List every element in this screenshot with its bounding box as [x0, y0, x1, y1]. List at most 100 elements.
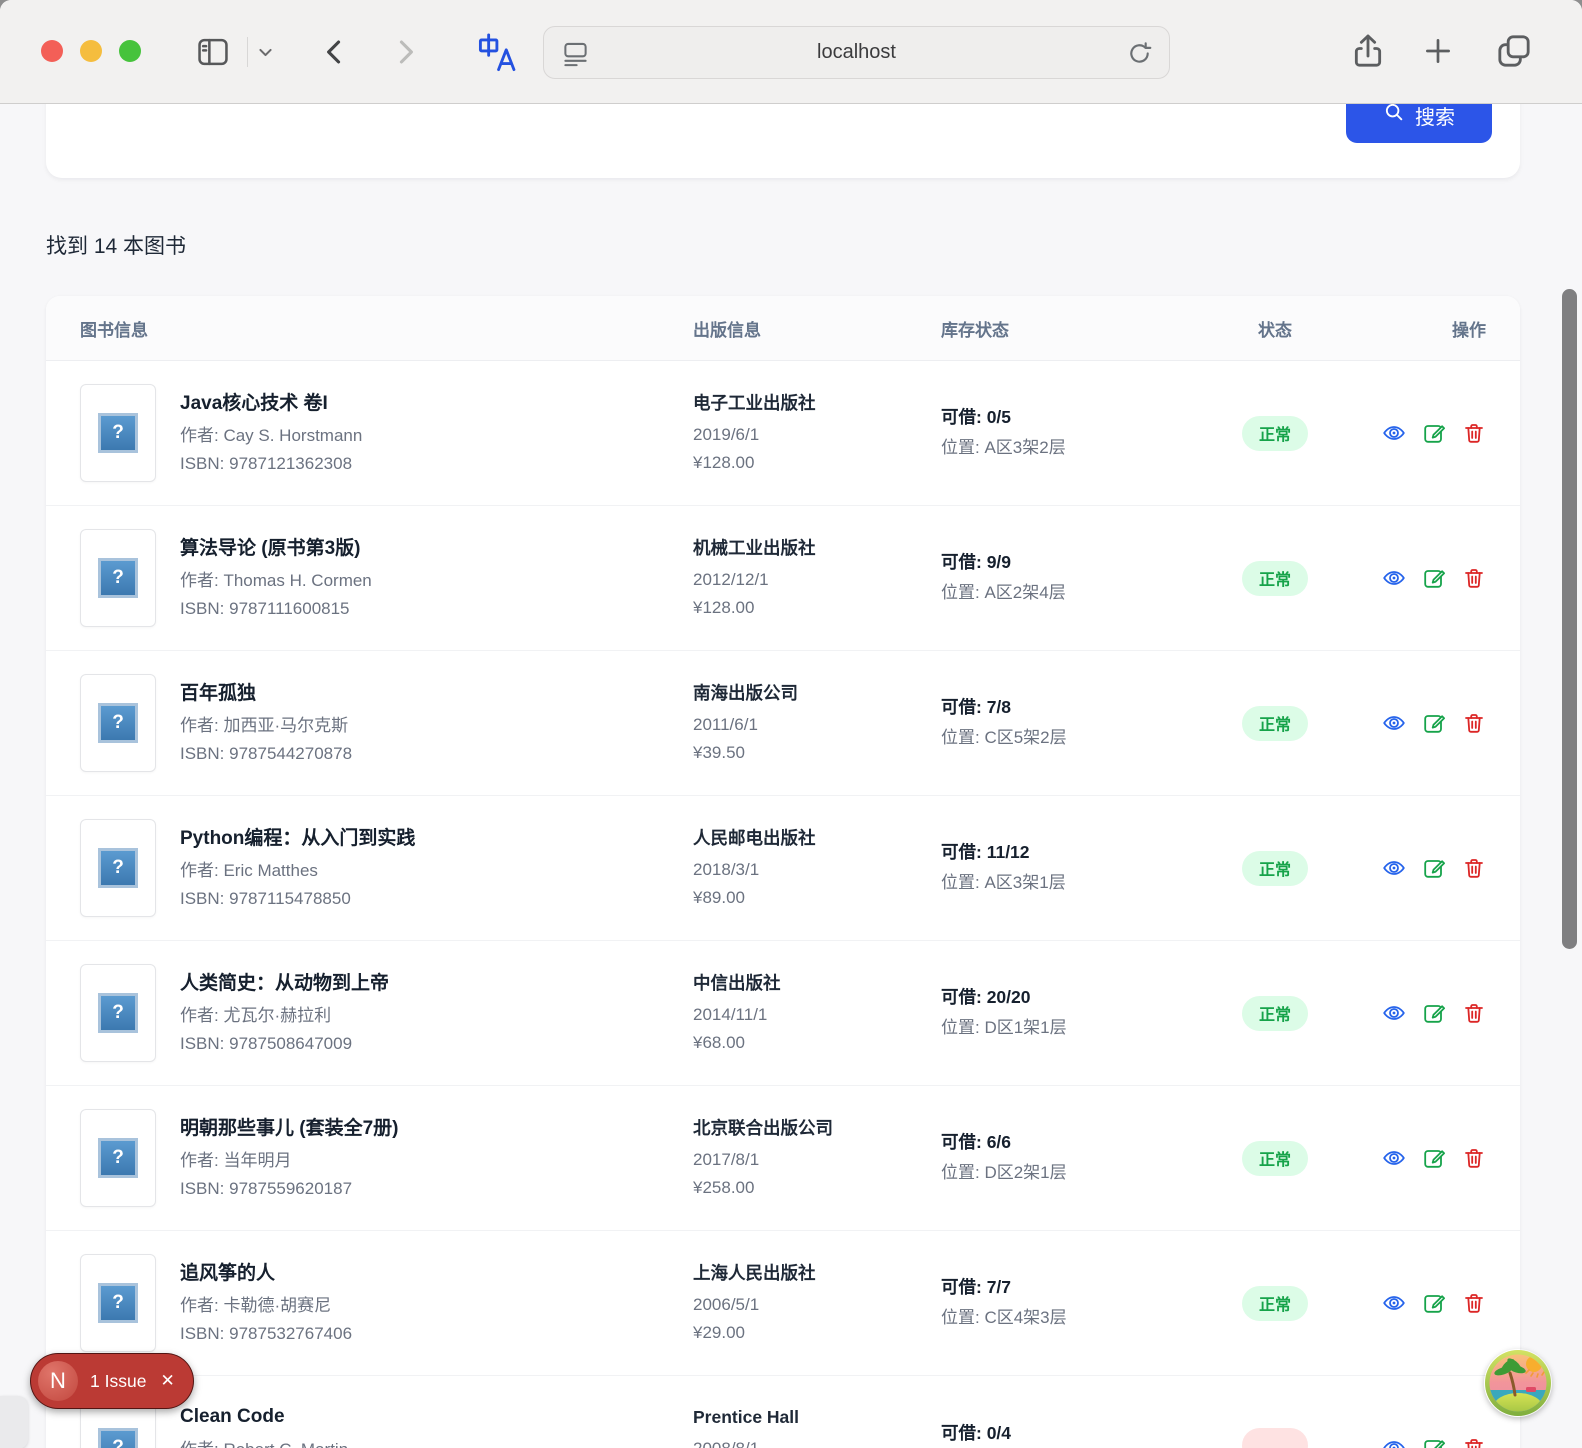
header-book-info: 图书信息	[80, 320, 148, 340]
table-body: ? Java核心技术 卷I 作者: Cay S. Horstmann ISBN:…	[46, 361, 1520, 1448]
edit-button[interactable]	[1422, 711, 1446, 735]
book-isbn: ISBN: 9787559620187	[180, 1179, 353, 1198]
view-button[interactable]	[1382, 1436, 1406, 1448]
edit-button[interactable]	[1422, 421, 1446, 445]
price: ¥258.00	[693, 1177, 755, 1197]
header-actions: 操作	[1452, 320, 1486, 340]
book-text: 明朝那些事儿 (套装全7册) 作者: 当年明月 ISBN: 9787559620…	[180, 1113, 399, 1202]
view-button[interactable]	[1382, 421, 1406, 445]
inventory-cell: 可借: 20/20 位置: D区1架1层	[941, 984, 1203, 1042]
edit-button[interactable]	[1422, 1146, 1446, 1170]
book-title: Java核心技术 卷I	[180, 393, 328, 415]
inventory-cell: 可借: 0/4	[941, 1420, 1203, 1448]
book-title: Python编程：从入门到实践	[180, 828, 416, 850]
new-tab-icon	[1421, 34, 1455, 68]
view-button[interactable]	[1382, 856, 1406, 880]
shelf-location: 位置: A区3架2层	[941, 438, 1066, 458]
publish-date: 2006/5/1	[693, 1294, 760, 1314]
zoom-window-button[interactable]	[119, 40, 141, 62]
status-cell: 正常	[1203, 850, 1347, 886]
book-title: 算法导论 (原书第3版)	[180, 538, 361, 560]
delete-button[interactable]	[1462, 1001, 1486, 1025]
available-count: 可借: 20/20	[941, 987, 1031, 1008]
view-button[interactable]	[1382, 711, 1406, 735]
sidebar-toggle-button[interactable]	[194, 33, 232, 71]
browser-toolbar: localhost	[0, 0, 1582, 104]
share-button[interactable]	[1348, 31, 1388, 71]
island-extension-button[interactable]	[1484, 1349, 1552, 1417]
trash-icon	[1462, 424, 1486, 448]
available-count: 可借: 0/5	[941, 407, 1012, 428]
shelf-location: 位置: A区2架4层	[941, 583, 1066, 603]
new-tab-button[interactable]	[1421, 34, 1455, 68]
header-status: 状态	[1258, 320, 1292, 340]
publisher: Prentice Hall	[693, 1406, 800, 1427]
delete-button[interactable]	[1462, 856, 1486, 880]
view-button[interactable]	[1382, 1146, 1406, 1170]
inventory-cell: 可借: 6/6 位置: D区2架1层	[941, 1129, 1203, 1187]
book-author: 作者: Eric Matthes	[180, 861, 318, 881]
delete-button[interactable]	[1462, 421, 1486, 445]
translate-button[interactable]	[476, 30, 520, 74]
scrollbar-thumb[interactable]	[1562, 289, 1577, 949]
view-button[interactable]	[1382, 1291, 1406, 1315]
eye-icon	[1382, 716, 1406, 738]
dev-tools-strip	[0, 1396, 28, 1448]
edit-button[interactable]	[1422, 566, 1446, 590]
issue-badge[interactable]: N 1 Issue ✕	[30, 1353, 194, 1409]
status-badge: 正常	[1242, 415, 1308, 451]
price: ¥128.00	[693, 452, 755, 472]
edit-button[interactable]	[1422, 856, 1446, 880]
close-window-button[interactable]	[41, 40, 63, 62]
delete-button[interactable]	[1462, 1436, 1486, 1448]
status-badge: 正常	[1242, 560, 1308, 596]
delete-button[interactable]	[1462, 1146, 1486, 1170]
issue-badge-close-button[interactable]: ✕	[158, 1371, 176, 1391]
delete-button[interactable]	[1462, 566, 1486, 590]
book-isbn: ISBN: 9787544270878	[180, 744, 353, 763]
book-title: Clean Code	[180, 1405, 285, 1427]
edit-button[interactable]	[1422, 1001, 1446, 1025]
translate-icon	[476, 30, 520, 74]
tab-overview-button[interactable]	[1494, 31, 1534, 71]
forward-button[interactable]	[388, 35, 422, 69]
available-count: 可借: 0/4	[941, 1422, 1012, 1443]
edit-icon	[1422, 860, 1446, 883]
publisher: 北京联合出版公司	[693, 1117, 833, 1138]
publish-info-cell: 中信出版社 2014/11/1 ¥68.00	[693, 970, 941, 1056]
back-button[interactable]	[318, 35, 352, 69]
book-title: 明朝那些事儿 (套装全7册)	[180, 1118, 399, 1140]
book-text: 追风筝的人 作者: 卡勒德·胡赛尼 ISBN: 9787532767406	[180, 1258, 352, 1347]
reload-button[interactable]	[1126, 40, 1153, 67]
back-icon	[318, 35, 352, 69]
actions-cell	[1347, 421, 1486, 445]
available-count: 可借: 7/8	[941, 697, 1012, 718]
trash-icon	[1462, 1294, 1486, 1318]
search-button[interactable]: 搜索	[1346, 104, 1492, 143]
minimize-window-button[interactable]	[80, 40, 102, 62]
view-button[interactable]	[1382, 1001, 1406, 1025]
publish-info-cell: 电子工业出版社 2019/6/1 ¥128.00	[693, 390, 941, 476]
delete-button[interactable]	[1462, 1291, 1486, 1315]
actions-cell	[1347, 856, 1486, 880]
edit-button[interactable]	[1422, 1436, 1446, 1448]
forward-icon	[388, 35, 422, 69]
sidebar-menu-button[interactable]	[257, 44, 274, 61]
reload-icon	[1126, 40, 1153, 67]
publish-info-cell: 机械工业出版社 2012/12/1 ¥128.00	[693, 535, 941, 621]
book-cover-placeholder: ?	[80, 1254, 156, 1352]
publish-info-cell: 北京联合出版公司 2017/8/1 ¥258.00	[693, 1115, 941, 1201]
book-text: 人类简史：从动物到上帝 作者: 尤瓦尔·赫拉利 ISBN: 9787508647…	[180, 968, 389, 1057]
delete-button[interactable]	[1462, 711, 1486, 735]
inventory-cell: 可借: 7/7 位置: C区4架3层	[941, 1274, 1203, 1332]
browser-window: localhost 搜索 找到 14 本图书 图书信息 出版信息 库存状态 状态…	[0, 0, 1582, 1448]
books-table: 图书信息 出版信息 库存状态 状态 操作 ? Java核心技术 卷I 作者: C…	[46, 296, 1520, 1448]
book-isbn: ISBN: 9787508647009	[180, 1034, 353, 1053]
actions-cell	[1347, 1146, 1486, 1170]
address-bar[interactable]: localhost	[543, 26, 1170, 79]
view-button[interactable]	[1382, 566, 1406, 590]
book-info-cell: ? Python编程：从入门到实践 作者: Eric Matthes ISBN:…	[80, 819, 693, 917]
broken-image-icon: ?	[98, 413, 138, 453]
issue-badge-label: 1 Issue	[90, 1370, 147, 1391]
edit-button[interactable]	[1422, 1291, 1446, 1315]
